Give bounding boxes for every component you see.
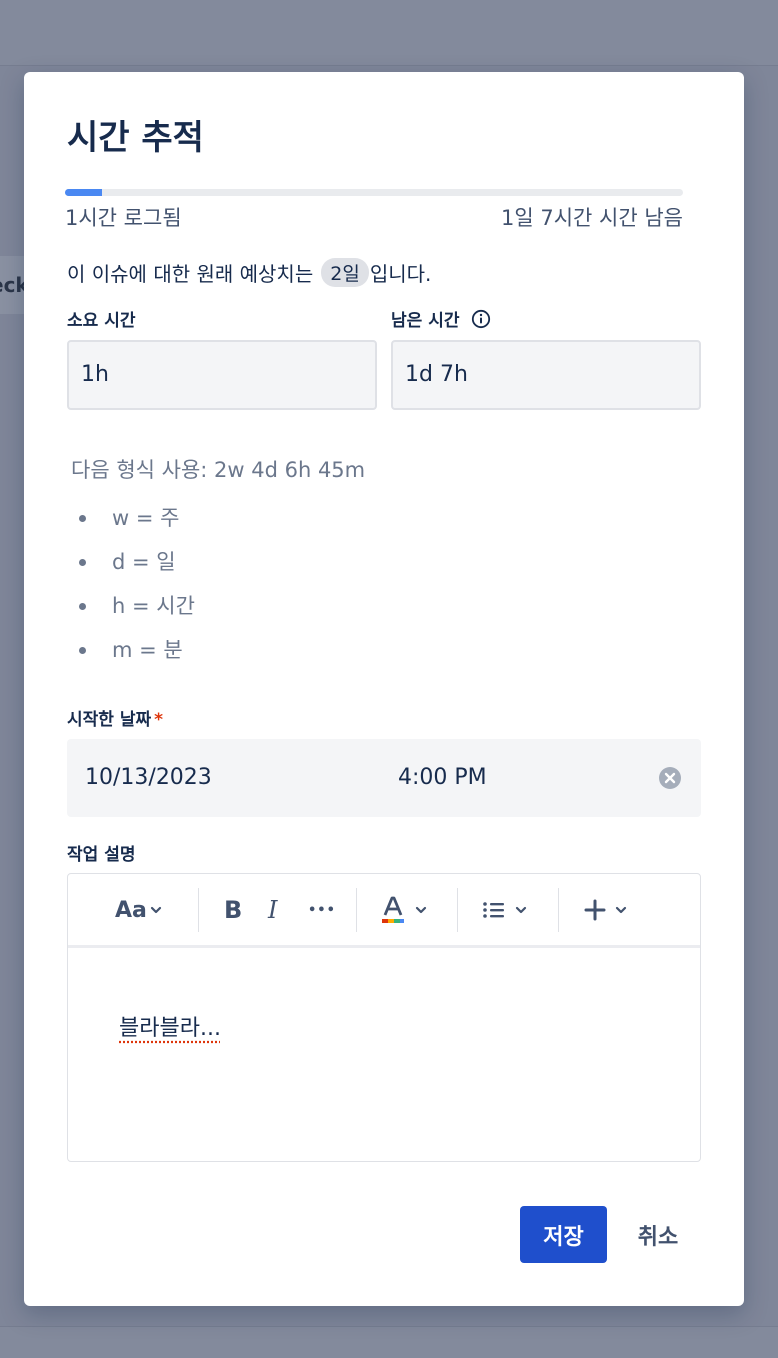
format-item-day: d = 일 [71, 544, 195, 588]
start-datetime-picker[interactable]: 10/13/2023 4:00 PM [67, 739, 701, 817]
list-dropdown[interactable] [482, 874, 528, 946]
editor-text-content[interactable]: 블라블라... [119, 1010, 221, 1042]
estimate-suffix: 입니다. [369, 262, 432, 286]
format-hint: 다음 형식 사용: 2w 4d 6h 45m [71, 458, 366, 482]
start-date-label: 시작한 날짜 * [67, 705, 163, 730]
text-color-button[interactable] [380, 874, 428, 946]
toolbar-divider [198, 888, 199, 932]
time-remaining-input[interactable]: 1d 7h [391, 340, 701, 410]
format-list: w = 주 d = 일 h = 시간 m = 분 [71, 500, 195, 676]
bold-icon: B [224, 896, 243, 924]
italic-icon: I [268, 896, 278, 924]
chevron-down-icon [150, 906, 161, 914]
chevron-down-icon [515, 906, 527, 914]
dialog-title: 시간 추적 [67, 118, 204, 158]
time-remaining-label: 1일 7시간 시간 남음 [501, 206, 683, 230]
plus-icon [584, 899, 606, 921]
chevron-down-icon [615, 906, 627, 914]
save-button[interactable]: 저장 [520, 1206, 607, 1263]
time-spent-label: 소요 시간 [67, 311, 136, 331]
estimate-prefix: 이 이슈에 대한 원래 예상치는 [67, 262, 314, 286]
work-description-label: 작업 설명 [67, 845, 136, 865]
description-editor: Aa B I ••• 블라블라... [67, 873, 701, 1162]
required-indicator: * [154, 710, 164, 730]
toolbar-divider [457, 888, 458, 932]
italic-button[interactable]: I [268, 874, 277, 946]
time-logged-label: 1시간 로그됨 [65, 206, 182, 230]
background-footer [0, 1326, 778, 1358]
text-style-label: Aa [115, 897, 147, 923]
bold-button[interactable]: B [224, 874, 242, 946]
time-progress-fill [65, 189, 103, 196]
time-progress-bar [65, 189, 683, 196]
insert-dropdown[interactable] [584, 874, 628, 946]
format-item-minute: m = 분 [71, 632, 195, 676]
start-date-label-text: 시작한 날짜 [67, 710, 152, 730]
cancel-button[interactable]: 취소 [620, 1206, 696, 1263]
more-formatting-button[interactable]: ••• [308, 874, 336, 946]
time-remaining-field-label: 남은 시간 [391, 306, 491, 334]
background-peek-text: eck [0, 256, 26, 314]
time-input[interactable]: 4:00 PM [398, 739, 487, 817]
text-style-dropdown[interactable]: Aa [115, 874, 163, 946]
time-spent-input[interactable]: 1h [67, 340, 377, 410]
date-input[interactable]: 10/13/2023 [85, 739, 212, 817]
time-tracking-dialog: 시간 추적 1시간 로그됨 1일 7시간 시간 남음 이 이슈에 대한 원래 예… [24, 72, 744, 1306]
editor-toolbar: Aa B I ••• [68, 874, 700, 948]
chevron-down-icon [415, 906, 427, 914]
format-item-hour: h = 시간 [71, 588, 195, 632]
estimate-badge: 2일 [321, 258, 369, 287]
toolbar-divider [356, 888, 357, 932]
toolbar-divider [558, 888, 559, 932]
more-icon: ••• [308, 902, 336, 918]
text-color-icon [382, 896, 404, 923]
format-item-week: w = 주 [71, 500, 195, 544]
time-remaining-label-text: 남은 시간 [391, 311, 460, 331]
bullet-list-icon [483, 902, 504, 918]
background-header [0, 0, 778, 66]
info-icon[interactable] [471, 309, 491, 334]
clear-icon[interactable] [659, 767, 681, 789]
original-estimate-text: 이 이슈에 대한 원래 예상치는 2일 입니다. [67, 258, 431, 287]
